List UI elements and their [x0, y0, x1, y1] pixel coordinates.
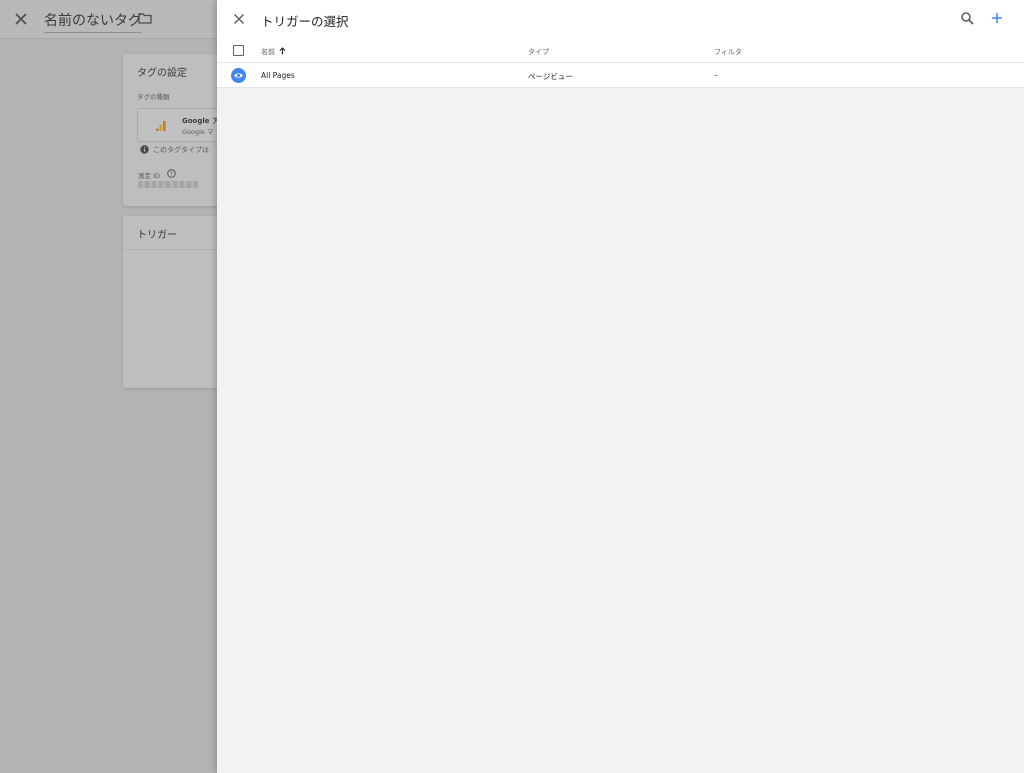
svg-text:?: ? [170, 172, 173, 178]
tag-type-label: タグの種類 [137, 93, 170, 101]
column-header-name[interactable]: 名前 [261, 47, 286, 57]
table-header: 名前 タイプ フィルタ [217, 39, 1024, 63]
sort-ascending-icon [279, 47, 286, 55]
tag-type-subtitle: Google マ [182, 128, 214, 136]
trigger-filter: – [714, 71, 718, 80]
column-header-filter[interactable]: フィルタ [714, 47, 742, 57]
table-row[interactable]: All Pages ページビュー – [217, 63, 1024, 88]
help-icon[interactable]: ? [167, 169, 176, 178]
tag-name-field[interactable]: 名前のないタグ [44, 10, 142, 33]
panel-header: トリガーの選択 [217, 0, 1024, 39]
tag-config-title: タグの設定 [137, 68, 187, 79]
close-icon[interactable] [12, 10, 30, 28]
tag-type-name: Google ア [182, 117, 219, 125]
measurement-id-label: 測定 ID [138, 172, 160, 180]
info-icon [140, 145, 149, 154]
pageview-trigger-icon [231, 68, 246, 83]
panel-title: トリガーの選択 [261, 14, 349, 29]
measurement-id-value-redacted [138, 181, 198, 188]
trigger-select-panel: トリガーの選択 名前 タイプ フィルタ All Pages ページビュー – [217, 0, 1024, 773]
column-header-type[interactable]: タイプ [528, 47, 549, 57]
add-icon[interactable] [989, 10, 1005, 26]
search-icon[interactable] [960, 11, 975, 26]
trigger-name: All Pages [261, 71, 295, 80]
close-icon[interactable] [232, 12, 246, 26]
trigger-card-title: トリガー [137, 230, 177, 241]
select-all-checkbox[interactable] [233, 45, 244, 56]
analytics-icon [155, 121, 166, 132]
tag-type-info: このタグタイプは [153, 146, 209, 154]
trigger-type: ページビュー [528, 72, 573, 81]
folder-icon[interactable] [138, 12, 152, 24]
